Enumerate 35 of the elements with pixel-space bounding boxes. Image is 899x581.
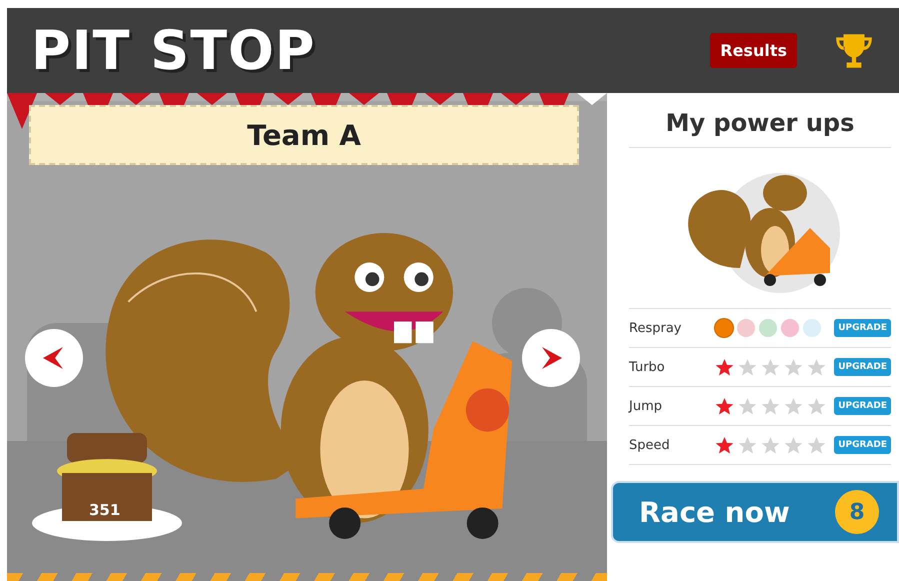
star-icon	[761, 436, 780, 454]
upgrade-button[interactable]: UPGRADE	[834, 358, 891, 376]
team-name: Team A	[247, 118, 361, 152]
panel-title: My power ups	[629, 93, 891, 148]
star-icon	[807, 396, 826, 416]
color-swatch[interactable]	[759, 319, 777, 337]
upgrade-button[interactable]: UPGRADE	[834, 319, 891, 337]
star-icon	[761, 358, 780, 376]
star-icon	[715, 436, 734, 454]
results-button[interactable]: Results	[710, 33, 797, 68]
star-icon	[738, 396, 757, 416]
color-swatch[interactable]	[781, 319, 799, 337]
race-now-button[interactable]: Race now 8	[611, 481, 899, 543]
star-icon	[784, 358, 803, 376]
star-icon	[807, 358, 826, 376]
star-icon	[738, 358, 757, 376]
star-icon	[761, 396, 780, 416]
upgrade-button[interactable]: UPGRADE	[834, 397, 891, 415]
power-up-label: Respray	[629, 320, 682, 336]
game-title: PIT STOP	[31, 19, 316, 82]
power-up-label: Speed	[629, 438, 671, 452]
power-up-label: Jump	[629, 398, 663, 414]
upgrade-button[interactable]: UPGRADE	[834, 436, 891, 454]
star-icon	[807, 436, 826, 454]
star-icon	[784, 396, 803, 416]
color-swatch[interactable]	[737, 319, 755, 337]
race-count-badge: 8	[835, 490, 879, 534]
star-icon	[738, 436, 757, 454]
color-swatch[interactable]	[803, 319, 821, 337]
star-icon	[715, 396, 734, 416]
power-up-label: Turbo	[629, 360, 666, 374]
coin-count: 351	[89, 501, 120, 519]
star-icon	[784, 436, 803, 454]
color-swatch[interactable]	[715, 319, 733, 337]
star-icon	[715, 358, 734, 376]
